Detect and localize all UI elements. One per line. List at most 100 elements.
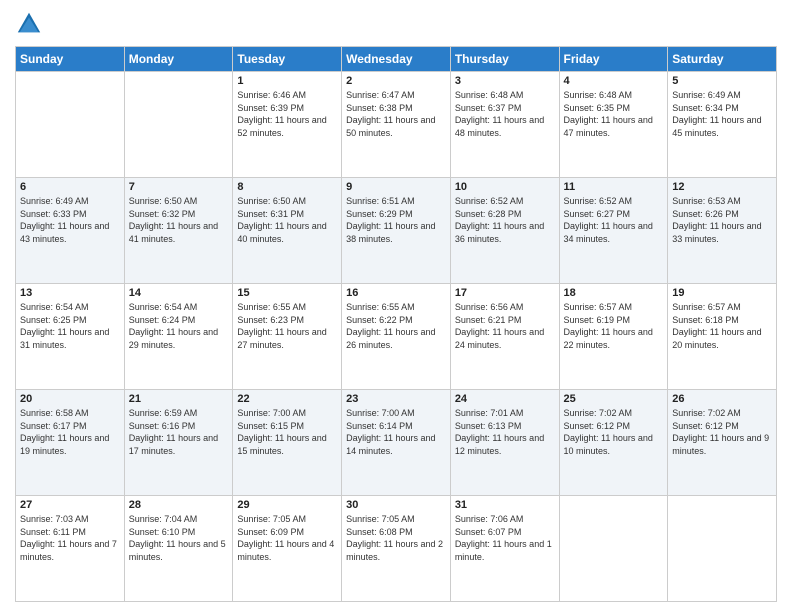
- cell-sun-info: Sunrise: 6:47 AMSunset: 6:38 PMDaylight:…: [346, 89, 446, 139]
- cell-sun-info: Sunrise: 6:54 AMSunset: 6:25 PMDaylight:…: [20, 301, 120, 351]
- cell-sun-info: Sunrise: 6:53 AMSunset: 6:26 PMDaylight:…: [672, 195, 772, 245]
- cell-sun-info: Sunrise: 7:04 AMSunset: 6:10 PMDaylight:…: [129, 513, 229, 563]
- cell-sun-info: Sunrise: 7:01 AMSunset: 6:13 PMDaylight:…: [455, 407, 555, 457]
- calendar-cell: 9 Sunrise: 6:51 AMSunset: 6:29 PMDaylight…: [342, 178, 451, 284]
- day-number: 25: [564, 393, 664, 405]
- day-header-sunday: Sunday: [16, 47, 125, 72]
- day-header-monday: Monday: [124, 47, 233, 72]
- day-number: 21: [129, 393, 229, 405]
- calendar-cell: 5Sunrise: 6:49 AMSunset: 6:34 PMDaylight…: [668, 72, 777, 178]
- cell-sun-info: Sunrise: 6:50 AMSunset: 6:31 PMDaylight:…: [237, 195, 337, 245]
- day-header-friday: Friday: [559, 47, 668, 72]
- calendar-header-row: SundayMondayTuesdayWednesdayThursdayFrid…: [16, 47, 777, 72]
- cell-sun-info: Sunrise: 6:46 AMSunset: 6:39 PMDaylight:…: [237, 89, 337, 139]
- day-number: 29: [237, 499, 337, 511]
- calendar-cell: 1 Sunrise: 6:46 AMSunset: 6:39 PMDaylight…: [233, 72, 342, 178]
- calendar-cell: 12 Sunrise: 6:53 AMSunset: 6:26 PMDayligh…: [668, 178, 777, 284]
- day-number: 10: [455, 181, 555, 193]
- calendar-cell: 15 Sunrise: 6:55 AMSunset: 6:23 PMDayligh…: [233, 284, 342, 390]
- day-number: 9: [346, 181, 446, 193]
- calendar-cell: 10Sunrise: 6:52 AMSunset: 6:28 PMDayligh…: [450, 178, 559, 284]
- calendar-cell: 4 Sunrise: 6:48 AMSunset: 6:35 PMDaylight…: [559, 72, 668, 178]
- calendar-cell: [16, 72, 125, 178]
- cell-sun-info: Sunrise: 6:57 AMSunset: 6:19 PMDaylight:…: [564, 301, 664, 351]
- cell-sun-info: Sunrise: 6:54 AMSunset: 6:24 PMDaylight:…: [129, 301, 229, 351]
- day-number: 22: [237, 393, 337, 405]
- calendar-cell: 24 Sunrise: 7:01 AMSunset: 6:13 PMDayligh…: [450, 390, 559, 496]
- cell-sun-info: Sunrise: 6:52 AMSunset: 6:27 PMDaylight:…: [564, 195, 664, 245]
- day-number: 15: [237, 287, 337, 299]
- calendar-cell: 23 Sunrise: 7:00 AMSunset: 6:14 PMDayligh…: [342, 390, 451, 496]
- day-header-thursday: Thursday: [450, 47, 559, 72]
- day-number: 1: [237, 75, 337, 87]
- day-number: 14: [129, 287, 229, 299]
- calendar-cell: 19Sunrise: 6:57 AMSunset: 6:18 PMDayligh…: [668, 284, 777, 390]
- day-number: 16: [346, 287, 446, 299]
- calendar-cell: 30 Sunrise: 7:05 AMSunset: 6:08 PMDayligh…: [342, 496, 451, 602]
- day-header-wednesday: Wednesday: [342, 47, 451, 72]
- cell-sun-info: Sunrise: 6:55 AMSunset: 6:22 PMDaylight:…: [346, 301, 446, 351]
- cell-sun-info: Sunrise: 6:55 AMSunset: 6:23 PMDaylight:…: [237, 301, 337, 351]
- day-number: 11: [564, 181, 664, 193]
- calendar-cell: 7 Sunrise: 6:50 AMSunset: 6:32 PMDaylight…: [124, 178, 233, 284]
- calendar-cell: 13 Sunrise: 6:54 AMSunset: 6:25 PMDayligh…: [16, 284, 125, 390]
- day-number: 31: [455, 499, 555, 511]
- calendar-cell: 29 Sunrise: 7:05 AMSunset: 6:09 PMDayligh…: [233, 496, 342, 602]
- cell-sun-info: Sunrise: 6:57 AMSunset: 6:18 PMDaylight:…: [672, 301, 772, 351]
- cell-sun-info: Sunrise: 7:05 AMSunset: 6:09 PMDaylight:…: [237, 513, 337, 563]
- calendar-cell: 18Sunrise: 6:57 AMSunset: 6:19 PMDayligh…: [559, 284, 668, 390]
- day-number: 12: [672, 181, 772, 193]
- day-number: 3: [455, 75, 555, 87]
- calendar-cell: 8 Sunrise: 6:50 AMSunset: 6:31 PMDaylight…: [233, 178, 342, 284]
- cell-sun-info: Sunrise: 7:02 AMSunset: 6:12 PMDaylight:…: [672, 407, 772, 457]
- cell-sun-info: Sunrise: 7:06 AMSunset: 6:07 PMDaylight:…: [455, 513, 555, 563]
- day-number: 24: [455, 393, 555, 405]
- cell-sun-info: Sunrise: 7:02 AMSunset: 6:12 PMDaylight:…: [564, 407, 664, 457]
- header: [15, 10, 777, 38]
- calendar-cell: 25 Sunrise: 7:02 AMSunset: 6:12 PMDayligh…: [559, 390, 668, 496]
- day-number: 8: [237, 181, 337, 193]
- cell-sun-info: Sunrise: 6:56 AMSunset: 6:21 PMDaylight:…: [455, 301, 555, 351]
- cell-sun-info: Sunrise: 7:00 AMSunset: 6:14 PMDaylight:…: [346, 407, 446, 457]
- calendar-cell: [124, 72, 233, 178]
- calendar-cell: 11 Sunrise: 6:52 AMSunset: 6:27 PMDayligh…: [559, 178, 668, 284]
- calendar-cell: 2 Sunrise: 6:47 AMSunset: 6:38 PMDaylight…: [342, 72, 451, 178]
- calendar-week-row: 20Sunrise: 6:58 AMSunset: 6:17 PMDayligh…: [16, 390, 777, 496]
- logo-icon: [15, 10, 43, 38]
- calendar-cell: 3 Sunrise: 6:48 AMSunset: 6:37 PMDaylight…: [450, 72, 559, 178]
- cell-sun-info: Sunrise: 7:05 AMSunset: 6:08 PMDaylight:…: [346, 513, 446, 563]
- calendar-week-row: 13 Sunrise: 6:54 AMSunset: 6:25 PMDayligh…: [16, 284, 777, 390]
- day-header-saturday: Saturday: [668, 47, 777, 72]
- cell-sun-info: Sunrise: 6:50 AMSunset: 6:32 PMDaylight:…: [129, 195, 229, 245]
- cell-sun-info: Sunrise: 6:49 AMSunset: 6:33 PMDaylight:…: [20, 195, 120, 245]
- day-number: 13: [20, 287, 120, 299]
- day-number: 26: [672, 393, 772, 405]
- calendar-week-row: 27 Sunrise: 7:03 AMSunset: 6:11 PMDayligh…: [16, 496, 777, 602]
- cell-sun-info: Sunrise: 6:48 AMSunset: 6:37 PMDaylight:…: [455, 89, 555, 139]
- calendar-cell: 27 Sunrise: 7:03 AMSunset: 6:11 PMDayligh…: [16, 496, 125, 602]
- calendar-table: SundayMondayTuesdayWednesdayThursdayFrid…: [15, 46, 777, 602]
- day-number: 2: [346, 75, 446, 87]
- cell-sun-info: Sunrise: 6:49 AMSunset: 6:34 PMDaylight:…: [672, 89, 772, 139]
- cell-sun-info: Sunrise: 6:51 AMSunset: 6:29 PMDaylight:…: [346, 195, 446, 245]
- page: SundayMondayTuesdayWednesdayThursdayFrid…: [0, 0, 792, 612]
- day-number: 23: [346, 393, 446, 405]
- cell-sun-info: Sunrise: 7:03 AMSunset: 6:11 PMDaylight:…: [20, 513, 120, 563]
- calendar-cell: 17 Sunrise: 6:56 AMSunset: 6:21 PMDayligh…: [450, 284, 559, 390]
- calendar-week-row: 6 Sunrise: 6:49 AMSunset: 6:33 PMDaylight…: [16, 178, 777, 284]
- calendar-cell: 31 Sunrise: 7:06 AMSunset: 6:07 PMDayligh…: [450, 496, 559, 602]
- day-number: 17: [455, 287, 555, 299]
- day-number: 27: [20, 499, 120, 511]
- day-number: 4: [564, 75, 664, 87]
- day-number: 7: [129, 181, 229, 193]
- calendar-cell: [559, 496, 668, 602]
- calendar-cell: 28 Sunrise: 7:04 AMSunset: 6:10 PMDayligh…: [124, 496, 233, 602]
- calendar-week-row: 1 Sunrise: 6:46 AMSunset: 6:39 PMDaylight…: [16, 72, 777, 178]
- calendar-cell: 14 Sunrise: 6:54 AMSunset: 6:24 PMDayligh…: [124, 284, 233, 390]
- day-number: 28: [129, 499, 229, 511]
- cell-sun-info: Sunrise: 6:48 AMSunset: 6:35 PMDaylight:…: [564, 89, 664, 139]
- day-number: 6: [20, 181, 120, 193]
- cell-sun-info: Sunrise: 6:59 AMSunset: 6:16 PMDaylight:…: [129, 407, 229, 457]
- calendar-cell: 22Sunrise: 7:00 AMSunset: 6:15 PMDayligh…: [233, 390, 342, 496]
- day-number: 30: [346, 499, 446, 511]
